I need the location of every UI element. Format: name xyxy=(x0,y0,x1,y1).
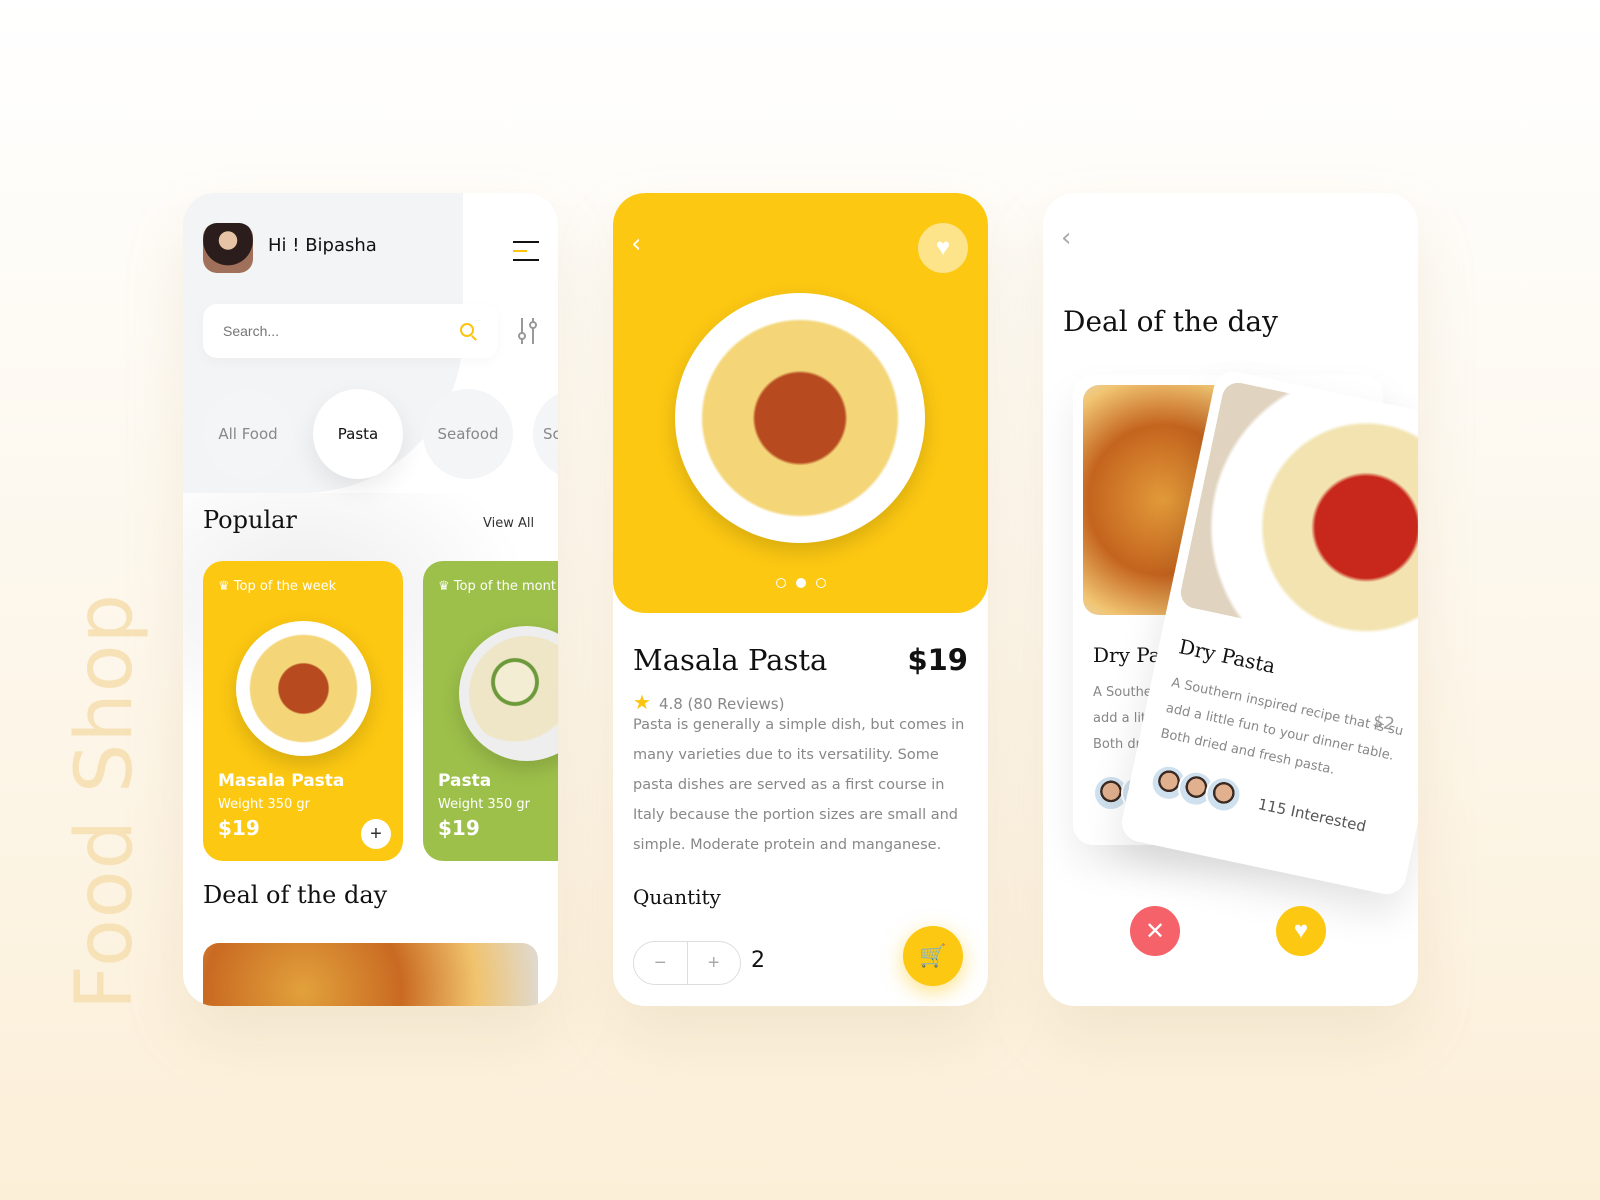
favorite-button[interactable]: ♥ xyxy=(918,223,968,273)
category-all-food[interactable]: All Food xyxy=(203,389,293,479)
hero-banner: ‹ ♥ xyxy=(613,193,988,613)
card-price: $19 xyxy=(218,816,260,840)
dish-image xyxy=(236,621,371,756)
card-tag: Top of the mont xyxy=(453,579,556,594)
greeting: Hi ! Bipasha xyxy=(268,235,377,256)
card-price: $19 xyxy=(438,816,480,840)
card-name: Dry Pasta xyxy=(1176,634,1278,679)
card-weight: Weight 350 gr xyxy=(218,797,310,812)
increase-button[interactable]: + xyxy=(686,942,741,984)
card-name: Pasta xyxy=(438,771,492,791)
quantity-stepper: − + xyxy=(633,941,741,985)
search-icon[interactable] xyxy=(460,323,474,337)
category-seafood[interactable]: Seafood xyxy=(423,389,513,479)
crown-icon: ♛ xyxy=(438,579,454,594)
filter-icon[interactable] xyxy=(518,318,538,346)
category-pasta[interactable]: Pasta xyxy=(313,389,403,479)
deal-screen: ‹ Deal of the day Dry Pasta A Southern i… xyxy=(1043,193,1418,1006)
dish-title: Masala Pasta xyxy=(633,643,828,677)
carousel-dot[interactable] xyxy=(776,578,786,588)
dish-price: $19 xyxy=(907,643,968,677)
deal-title: Deal of the day xyxy=(203,881,388,909)
popular-card[interactable]: ♛ Top of the mont Pasta Weight 350 gr $1… xyxy=(423,561,558,861)
card-weight: Weight 350 gr xyxy=(438,797,530,812)
dish-image xyxy=(1177,379,1418,664)
dish-image xyxy=(675,293,925,543)
cart-icon: 🛒 xyxy=(919,943,947,968)
dish-description: Pasta is generally a simple dish, but co… xyxy=(633,717,965,853)
category-more[interactable]: Sc xyxy=(533,389,558,479)
brand-title: Food Shop xyxy=(60,592,150,1010)
decrease-button[interactable]: − xyxy=(634,942,687,984)
add-to-cart-button[interactable]: + xyxy=(361,819,391,849)
carousel-dots[interactable] xyxy=(776,578,826,588)
card-tag: Top of the week xyxy=(233,579,337,594)
dish-image xyxy=(459,626,558,761)
home-screen: Hi ! Bipasha All Food Pasta Seafood Sc P… xyxy=(183,193,558,1006)
crown-icon: ♛ xyxy=(218,579,234,594)
popular-title: Popular xyxy=(203,506,297,534)
quantity-label: Quantity xyxy=(633,885,721,909)
avatar[interactable] xyxy=(203,223,253,273)
back-icon[interactable]: ‹ xyxy=(631,229,641,259)
view-all-link[interactable]: View All xyxy=(483,516,534,531)
deal-title: Deal of the day xyxy=(1063,305,1278,338)
like-button[interactable]: ♥ xyxy=(1276,906,1326,956)
carousel-dot[interactable] xyxy=(816,578,826,588)
quantity-value: 2 xyxy=(751,948,765,973)
carousel-dot-active[interactable] xyxy=(796,578,806,588)
reject-button[interactable]: ✕ xyxy=(1130,906,1180,956)
menu-icon[interactable] xyxy=(513,241,539,261)
card-name: Masala Pasta xyxy=(218,771,345,791)
cart-button[interactable]: 🛒 xyxy=(903,926,963,986)
back-icon[interactable]: ‹ xyxy=(1061,223,1071,253)
deal-image[interactable] xyxy=(203,943,538,1006)
popular-card[interactable]: ♛ Top of the week Masala Pasta Weight 35… xyxy=(203,561,403,861)
search-input[interactable] xyxy=(203,304,498,358)
interested-avatars xyxy=(1146,761,1245,818)
detail-screen: ‹ ♥ Masala Pasta $19 ★ 4.8 (80 Reviews) P… xyxy=(613,193,988,1006)
interested-count: 115 Interested xyxy=(1256,795,1368,836)
